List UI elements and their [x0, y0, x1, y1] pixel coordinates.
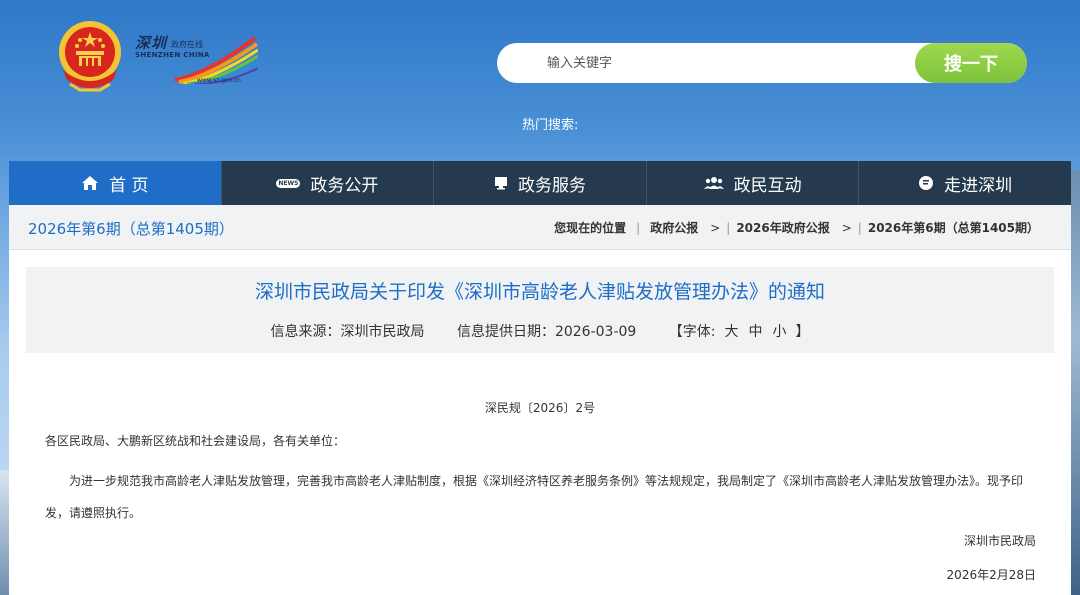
nav-label: 政务服务: [517, 175, 586, 196]
nav-item-interaction[interactable]: 政民互动: [647, 161, 860, 205]
article-meta: 信息来源：深圳市民政局 信息提供日期：2026-03-09 【字体: 大中小】: [26, 321, 1054, 341]
nav-label: 走进深圳: [944, 175, 1013, 196]
logo-text-cn: 深圳: [135, 34, 168, 52]
article-source: 信息来源：深圳市民政局: [270, 324, 425, 340]
font-size-medium[interactable]: 中: [749, 324, 763, 340]
main-nav: 首 页 NEWS 政务公开 政务服务 政民互动 走进深圳: [9, 161, 1071, 205]
issue-title: 2026年第6期（总第1405期）: [28, 220, 234, 238]
signature-org: 深圳市民政局: [963, 534, 1036, 548]
article-header: 深圳市民政局关于印发《深圳市高龄老人津贴发放管理办法》的通知 信息来源：深圳市民…: [26, 267, 1054, 353]
nav-item-gov-services[interactable]: 政务服务: [434, 161, 647, 205]
nav-label: 政民互动: [733, 175, 802, 196]
site-logo[interactable]: 深圳 政府在线 SHENZHEN CHINA www.sz.gov.cn: [133, 28, 258, 92]
nav-label: 首 页: [109, 175, 149, 196]
breadcrumb-arrow: >: [710, 220, 721, 235]
font-size-bracket: 】: [795, 324, 810, 340]
font-size-large[interactable]: 大: [725, 324, 739, 340]
breadcrumb-arrow: >: [841, 220, 852, 235]
breadcrumb-bar: 2026年第6期（总第1405期） 您现在的位置 | 政府公报 > | 2026…: [9, 205, 1071, 250]
search-input[interactable]: [547, 43, 907, 83]
breadcrumb-link[interactable]: 2026年政府公报: [736, 219, 829, 236]
font-size-label: 【字体:: [668, 324, 716, 340]
nav-item-gov-affairs[interactable]: NEWS 政务公开: [222, 161, 435, 205]
nav-item-home[interactable]: 首 页: [9, 161, 222, 205]
chat-icon: [919, 176, 934, 190]
monitor-icon: [494, 177, 507, 190]
breadcrumb-separator: |: [857, 220, 862, 235]
breadcrumb-link[interactable]: 2026年第6期（总第1405期）: [868, 219, 1039, 236]
logo-text-en: SHENZHEN CHINA: [135, 51, 210, 59]
document-body: 为进一步规范我市高龄老人津贴发放管理，完善我市高龄老人津贴制度，根据《深圳经济特…: [45, 474, 1024, 520]
search-box: 搜一下: [497, 43, 1027, 83]
people-icon: [703, 177, 724, 189]
national-emblem-icon: [55, 18, 125, 92]
home-icon: [82, 176, 99, 190]
breadcrumb-separator: |: [636, 220, 641, 235]
breadcrumb-separator: |: [726, 220, 731, 235]
article-date: 信息提供日期：2026-03-09: [456, 324, 637, 340]
font-size-small[interactable]: 小: [773, 324, 787, 340]
hot-search-label: 热门搜索:: [522, 118, 579, 133]
breadcrumb-link[interactable]: 政府公报: [650, 219, 698, 236]
signature-date: 2026年2月28日: [946, 568, 1036, 582]
site-header: 深圳 政府在线 SHENZHEN CHINA www.sz.gov.cn 搜一下…: [0, 0, 1080, 160]
nav-item-about-shenzhen[interactable]: 走进深圳: [859, 161, 1071, 205]
logo-url: www.sz.gov.cn: [197, 77, 241, 84]
news-icon: NEWS: [276, 178, 301, 188]
breadcrumb: 您现在的位置 | 政府公报 > | 2026年政府公报 > | 2026年第6期…: [554, 219, 1039, 236]
nav-label: 政务公开: [310, 175, 379, 196]
search-button[interactable]: 搜一下: [915, 43, 1027, 83]
article-content: 深圳市民政局关于印发《深圳市高龄老人津贴发放管理办法》的通知 信息来源：深圳市民…: [9, 250, 1071, 595]
breadcrumb-label: 您现在的位置: [554, 221, 627, 235]
document-number: 深民规〔2026〕2号: [484, 401, 596, 415]
article-title: 深圳市民政局关于印发《深圳市高龄老人津贴发放管理办法》的通知: [254, 281, 825, 303]
background-decoration: [1070, 170, 1080, 595]
logo-text-sub: 政府在线: [171, 40, 203, 49]
document-recipients: 各区民政局、大鹏新区统战和社会建设局，各有关单位：: [45, 434, 346, 448]
